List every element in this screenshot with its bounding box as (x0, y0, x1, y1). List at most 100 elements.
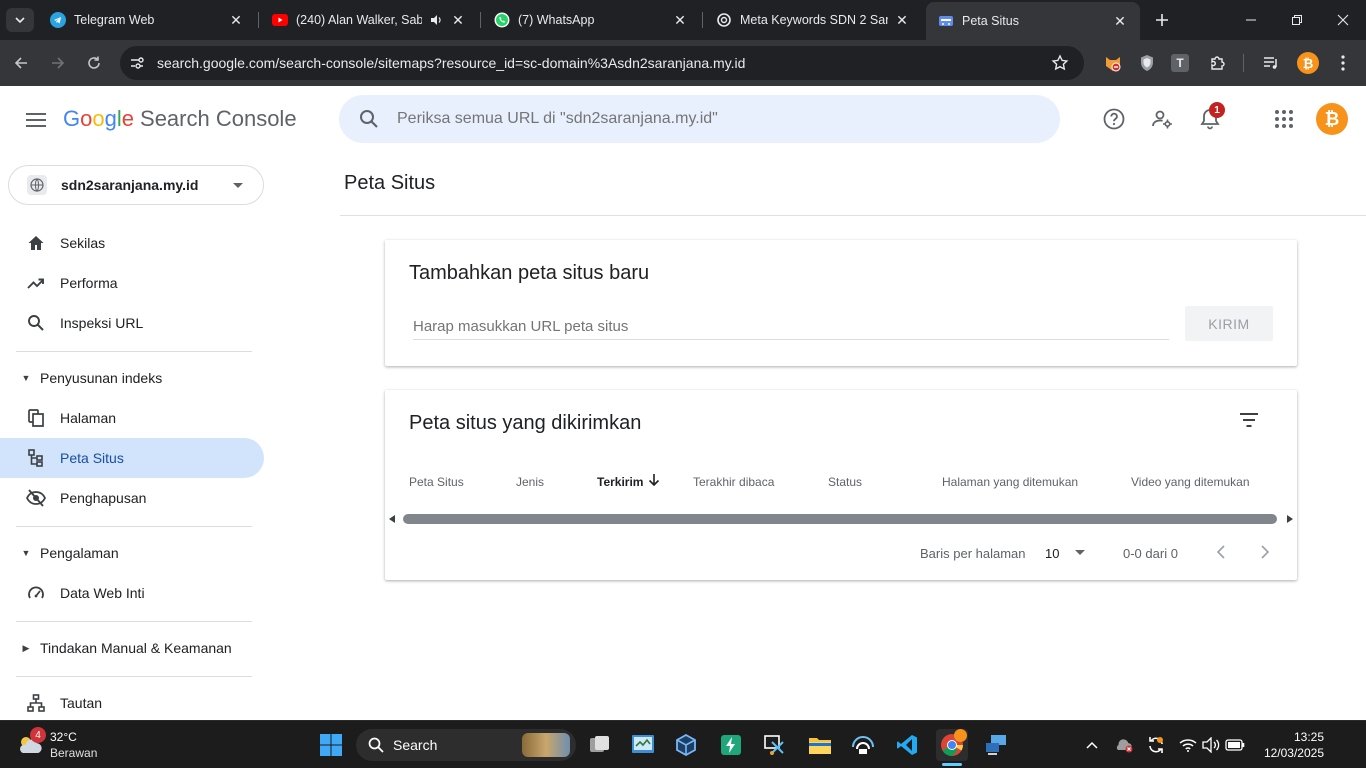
next-page-icon[interactable] (1255, 542, 1275, 562)
media-control-icon[interactable] (1260, 52, 1282, 74)
nav-group-pengalaman[interactable]: ▼ Pengalaman (0, 533, 264, 573)
address-bar[interactable]: search.google.com/search-console/sitemap… (120, 46, 1084, 80)
scroll-right-icon[interactable] (1287, 515, 1293, 523)
taskbar-search[interactable]: Search (356, 729, 576, 761)
help-icon[interactable] (1102, 107, 1126, 131)
tab-youtube[interactable]: (240) Alan Walker, Sabrina Carpenter ✕ (260, 4, 478, 36)
tab-peta-situs[interactable]: Peta Situs ✕ (926, 2, 1140, 40)
search-highlight-image (522, 733, 570, 757)
task-view-icon[interactable] (584, 729, 616, 761)
chevron-up-icon[interactable] (1082, 735, 1102, 755)
nav-divider (16, 526, 252, 527)
sitemap-url-input[interactable] (413, 314, 1169, 340)
scroll-left-icon[interactable] (389, 515, 395, 523)
rows-per-page-select[interactable]: 10 (1045, 546, 1059, 561)
volume-icon[interactable] (1201, 735, 1221, 755)
filter-icon[interactable] (1237, 408, 1261, 432)
column-header-status[interactable]: Status (828, 475, 862, 489)
file-explorer-icon[interactable] (804, 729, 836, 761)
nav-group-tindakan-manual[interactable]: ▶ Tindakan Manual & Keamanan (0, 628, 264, 668)
nav-performa[interactable]: Performa (0, 263, 264, 303)
tab-telegram[interactable]: Telegram Web ✕ (38, 4, 256, 36)
close-tab-icon[interactable]: ✕ (228, 12, 244, 28)
remote-desktop-icon[interactable] (980, 729, 1012, 761)
back-button[interactable] (8, 50, 34, 76)
column-header-jenis[interactable]: Jenis (516, 475, 544, 489)
column-header-halaman-ditemukan[interactable]: Halaman yang ditemukan (942, 475, 1078, 489)
rows-per-page-caret-icon[interactable] (1075, 550, 1085, 555)
home-icon (26, 233, 46, 253)
snipping-tool-icon[interactable] (759, 729, 791, 761)
column-header-terkirim[interactable]: Terkirim (597, 475, 643, 489)
vscode-icon[interactable] (891, 729, 923, 761)
bookmark-star-icon[interactable] (1048, 51, 1072, 75)
eye-off-icon (26, 488, 46, 508)
new-tab-button[interactable] (1150, 8, 1174, 32)
tab-meta-keywords[interactable]: Meta Keywords SDN 2 Saranjana ✕ (704, 4, 922, 36)
system-clock[interactable]: 13:25 12/03/2025 (1264, 729, 1324, 761)
control-panel-icon[interactable] (627, 729, 659, 761)
forward-button[interactable] (45, 50, 71, 76)
restore-button[interactable] (1274, 0, 1320, 40)
url-inspection-search[interactable] (339, 95, 1060, 143)
menu-line (26, 119, 46, 121)
close-tab-icon[interactable]: ✕ (450, 12, 466, 28)
main-menu-button[interactable] (24, 108, 48, 132)
scrollbar-thumb[interactable] (403, 514, 1277, 524)
puzzle-icon[interactable] (1207, 52, 1229, 74)
site-info-icon[interactable] (126, 52, 148, 74)
youtube-icon (272, 12, 288, 28)
property-name: sdn2saranjana.my.id (61, 177, 199, 193)
account-avatar[interactable]: ₿ (1316, 103, 1348, 135)
wifi-icon[interactable] (1178, 735, 1198, 755)
close-window-button[interactable] (1320, 0, 1366, 40)
speaker-icon[interactable] (428, 12, 444, 28)
url-text[interactable]: search.google.com/search-console/sitemap… (157, 55, 1048, 71)
chrome-menu-icon[interactable] (1332, 52, 1354, 74)
nav-halaman[interactable]: Halaman (0, 398, 264, 438)
onedrive-icon[interactable] (1114, 735, 1134, 755)
google-apps-icon[interactable] (1272, 107, 1296, 131)
horizontal-scrollbar[interactable] (389, 512, 1293, 526)
nav-peta-situs[interactable]: Peta Situs (0, 438, 264, 478)
close-tab-icon[interactable]: ✕ (672, 12, 688, 28)
column-header-peta-situs[interactable]: Peta Situs (409, 475, 464, 489)
nav-penghapusan[interactable]: Penghapusan (0, 478, 264, 518)
power-automate-icon[interactable] (715, 729, 747, 761)
nav-sekilas[interactable]: Sekilas (0, 223, 264, 263)
minimize-button[interactable] (1228, 0, 1274, 40)
weather-alert-badge: 4 (30, 727, 46, 743)
submit-sitemap-button[interactable]: KIRIM (1185, 306, 1273, 341)
nav-data-web-inti[interactable]: Data Web Inti (0, 573, 264, 613)
reload-button[interactable] (81, 50, 107, 76)
pagination-range: 0-0 dari 0 (1123, 546, 1178, 561)
property-selector[interactable]: sdn2saranjana.my.id (8, 165, 264, 205)
column-header-terakhir-dibaca[interactable]: Terakhir dibaca (693, 475, 774, 489)
nav-group-penyusunan-indeks[interactable]: ▼ Penyusunan indeks (0, 358, 264, 398)
previous-page-icon[interactable] (1211, 542, 1231, 562)
sort-arrow-down-icon[interactable] (648, 473, 660, 492)
bitcoin-avatar-icon[interactable]: ₿ (1297, 52, 1319, 74)
weather-widget[interactable]: 4 32°C Berawan (16, 727, 126, 763)
arrow-right-icon (52, 57, 65, 69)
nav-tautan[interactable]: Tautan (0, 683, 264, 723)
close-tab-icon[interactable]: ✕ (1112, 13, 1128, 29)
virtualbox-icon[interactable] (670, 729, 702, 761)
tab-search-button[interactable] (6, 8, 34, 32)
t-extension-icon[interactable]: T (1171, 54, 1189, 72)
rows-per-page-label: Baris per halaman (920, 546, 1026, 561)
network-icon[interactable] (847, 729, 879, 761)
users-settings-icon[interactable] (1150, 107, 1174, 131)
close-tab-icon[interactable]: ✕ (894, 12, 910, 28)
battery-icon[interactable] (1225, 735, 1245, 755)
tab-whatsapp[interactable]: (7) WhatsApp ✕ (482, 4, 700, 36)
sync-icon[interactable] (1146, 735, 1166, 755)
google-search-console-logo[interactable]: Google Search Console (63, 106, 297, 132)
column-header-video-ditemukan[interactable]: Video yang ditemukan (1131, 475, 1250, 489)
search-input[interactable] (397, 110, 1017, 128)
shield-extension-icon[interactable] (1136, 52, 1158, 74)
nav-inspeksi-url[interactable]: Inspeksi URL (0, 303, 264, 343)
windows-start-button[interactable] (315, 729, 347, 761)
temperature: 32°C (50, 730, 77, 744)
fox-extension-icon[interactable] (1102, 52, 1124, 74)
